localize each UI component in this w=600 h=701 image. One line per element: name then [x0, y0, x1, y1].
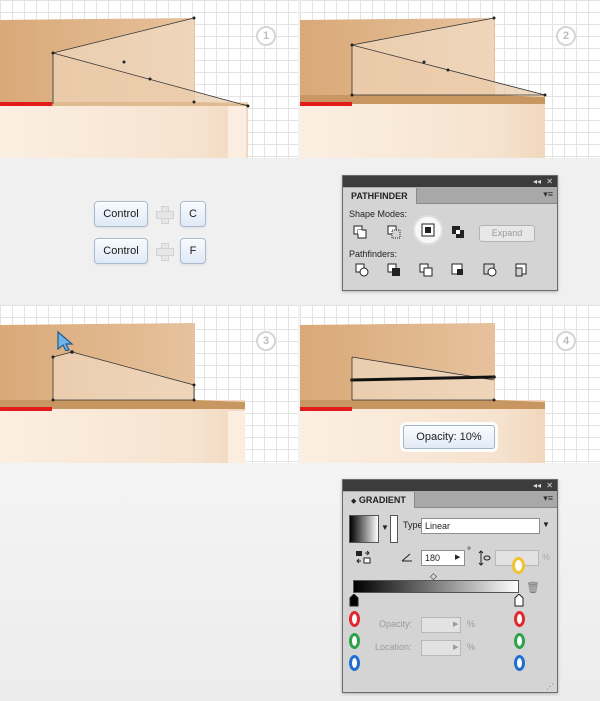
stroke-swatch[interactable]	[390, 515, 398, 543]
c-key: C	[180, 201, 206, 227]
outline-icon[interactable]	[483, 263, 497, 277]
f-key: F	[180, 238, 206, 264]
step-1-canvas: 1	[0, 0, 298, 158]
shortcut-section: Control C Control F ◂◂ ✕ PATHFINDER ▾≡ S…	[0, 158, 600, 305]
panel-arrows-icon: ◆	[351, 498, 357, 505]
exclude-icon[interactable]	[451, 225, 465, 239]
close-icon[interactable]: ✕	[546, 176, 553, 187]
angle-dropdown-icon[interactable]: ▶	[455, 553, 460, 561]
step-number-4: 4	[556, 331, 576, 351]
pathfinder-panel: ◂◂ ✕ PATHFINDER ▾≡ Shape Modes: Expand P…	[342, 175, 558, 291]
blue-zero-right-icon	[514, 655, 525, 671]
pathfinders-label: Pathfinders:	[349, 249, 398, 259]
panel-tabrow: ◆ GRADIENT ▾≡	[343, 491, 557, 508]
step-number-3: 3	[256, 331, 276, 351]
close-icon[interactable]: ✕	[546, 480, 553, 491]
percent-symbol: %	[542, 552, 551, 562]
location-arrow-icon: ▶	[453, 644, 459, 651]
panel-menu-icon[interactable]: ▾≡	[543, 189, 553, 200]
plus-icon	[156, 206, 174, 224]
gradient-slider[interactable]	[353, 580, 519, 593]
green-zero-right-icon	[514, 633, 525, 649]
step-2-artwork	[300, 16, 547, 158]
minus-back-icon[interactable]	[515, 263, 529, 277]
direct-selection-cursor-icon	[57, 331, 74, 351]
opacity-label: Opacity:	[379, 619, 413, 629]
gradient-section: ◂◂ ✕ ◆ GRADIENT ▾≡ ▼ Type: Linear ▼ 180 …	[0, 463, 600, 701]
degree-symbol: °	[467, 546, 471, 557]
panel-tabrow: PATHFINDER ▾≡	[343, 187, 557, 204]
red-zero-left-icon	[349, 611, 360, 627]
intersect-icon[interactable]	[421, 223, 435, 237]
opacity-arrow-icon: ▶	[453, 621, 459, 628]
reverse-gradient-icon[interactable]	[355, 550, 371, 564]
tab-gradient[interactable]: ◆ GRADIENT	[343, 492, 415, 508]
step-4-canvas: 4 Opacity: 10%	[300, 305, 600, 463]
aspect-ratio-icon	[478, 550, 491, 566]
type-select[interactable]: Linear	[421, 518, 540, 534]
gradient-stop-left-icon[interactable]	[349, 594, 359, 607]
plus-icon	[156, 243, 174, 261]
type-dropdown-icon[interactable]: ▼	[542, 520, 550, 529]
step-1-artwork	[0, 16, 250, 158]
location-label: Location:	[375, 642, 412, 652]
control-key: Control	[94, 238, 148, 264]
gradient-panel: ◂◂ ✕ ◆ GRADIENT ▾≡ ▼ Type: Linear ▼ 180 …	[342, 479, 558, 693]
merge-icon[interactable]	[419, 263, 433, 277]
trim-icon[interactable]	[387, 263, 401, 277]
gradient-stop-right-icon[interactable]	[514, 594, 524, 607]
opacity-percent: %	[467, 619, 476, 629]
blue-zero-left-icon	[349, 655, 360, 671]
step-3-artwork	[0, 323, 246, 463]
collapse-icon[interactable]: ◂◂	[533, 176, 541, 187]
green-zero-left-icon	[349, 633, 360, 649]
highlight-zero-icon	[512, 557, 525, 574]
panel-menu-icon[interactable]: ▾≡	[543, 493, 553, 504]
shape-modes-label: Shape Modes:	[349, 209, 408, 219]
step-2-canvas: 2	[300, 0, 600, 158]
red-zero-right-icon	[514, 611, 525, 627]
divide-icon[interactable]	[355, 263, 369, 277]
resize-grip-icon[interactable]: ⋰	[546, 682, 554, 691]
panel-titlebar[interactable]: ◂◂ ✕	[343, 480, 557, 491]
location-percent: %	[467, 642, 476, 652]
swatch-dropdown-icon[interactable]: ▼	[381, 523, 389, 532]
control-key: Control	[94, 201, 148, 227]
collapse-icon[interactable]: ◂◂	[533, 480, 541, 491]
opacity-badge: Opacity: 10%	[403, 425, 495, 449]
crop-icon[interactable]	[451, 263, 465, 277]
gradient-swatch[interactable]	[349, 515, 379, 543]
unite-icon[interactable]	[353, 225, 367, 239]
angle-icon	[401, 553, 412, 562]
trash-icon[interactable]: 🗑	[526, 581, 540, 594]
tab-pathfinder[interactable]: PATHFINDER	[343, 188, 417, 204]
panel-titlebar[interactable]: ◂◂ ✕	[343, 176, 557, 187]
minus-front-icon[interactable]	[387, 225, 401, 239]
gradient-title: GRADIENT	[358, 495, 406, 505]
expand-button[interactable]: Expand	[479, 225, 535, 242]
step-3-canvas: 3	[0, 305, 298, 463]
step-number-2: 2	[556, 26, 576, 46]
step-number-1: 1	[256, 26, 276, 46]
